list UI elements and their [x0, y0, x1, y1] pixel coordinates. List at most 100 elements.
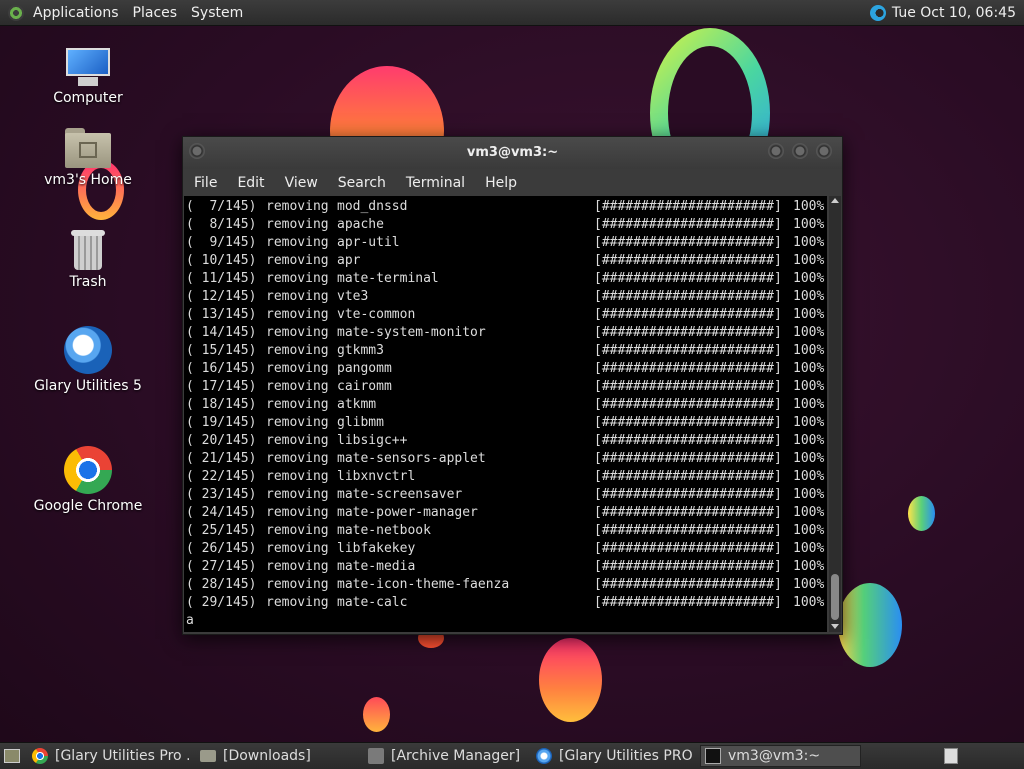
- scroll-up-arrow-icon[interactable]: [831, 198, 839, 203]
- maximize-button[interactable]: [792, 143, 808, 159]
- taskbar-item-glary-chrome[interactable]: [Glary Utilities Pro ...: [28, 745, 189, 767]
- terminal-line: ( 16/145) removing pangomm [###############…: [186, 360, 827, 378]
- package-name: cairomm: [337, 379, 392, 394]
- progress-bar-text: [######################]: [594, 577, 782, 592]
- terminal-icon: [705, 748, 721, 764]
- taskbar-item-downloads[interactable]: [Downloads]: [196, 745, 357, 767]
- terminal-window: vm3@vm3:~ File Edit View Search Terminal…: [182, 136, 843, 635]
- computer-icon: [64, 46, 112, 86]
- line-counter: ( 9/145): [186, 235, 257, 250]
- package-name: mate-system-monitor: [337, 325, 486, 340]
- line-counter: ( 15/145): [186, 343, 257, 358]
- progress-percent: 100%: [793, 469, 825, 484]
- package-name: libsigc++: [337, 433, 408, 448]
- progress-bar-text: [######################]: [594, 379, 782, 394]
- desktop-icon-glary-utilities[interactable]: Glary Utilities 5: [33, 326, 143, 394]
- package-name: mate-calc: [337, 595, 408, 610]
- menu-places[interactable]: Places: [126, 5, 185, 21]
- mate-logo-icon[interactable]: [8, 4, 24, 21]
- progress-percent: 100%: [793, 271, 825, 286]
- progress-percent: 100%: [793, 289, 825, 304]
- line-counter: ( 10/145): [186, 253, 257, 268]
- package-name: glibmm: [337, 415, 384, 430]
- desktop-icon-trash[interactable]: Trash: [33, 226, 143, 290]
- close-button[interactable]: [816, 143, 832, 159]
- window-titlebar[interactable]: vm3@vm3:~: [183, 137, 842, 169]
- progress-percent: 100%: [793, 379, 825, 394]
- line-counter: ( 20/145): [186, 433, 257, 448]
- menu-edit[interactable]: Edit: [227, 175, 274, 191]
- show-desktop-button[interactable]: [4, 749, 20, 763]
- terminal-line: ( 25/145) removing mate-netbook [##########…: [186, 522, 827, 540]
- progress-percent: 100%: [793, 505, 825, 520]
- desktop-icon-chrome[interactable]: Google Chrome: [33, 446, 143, 514]
- menu-terminal[interactable]: Terminal: [396, 175, 475, 191]
- terminal-line: ( 20/145) removing libsigc++ [#############…: [186, 432, 827, 450]
- package-name: mate-media: [337, 559, 416, 574]
- progress-percent: 100%: [793, 397, 825, 412]
- progress-percent: 100%: [793, 199, 825, 214]
- menu-view[interactable]: View: [275, 175, 328, 191]
- terminal-line: ( 19/145) removing glibmm [################…: [186, 414, 827, 432]
- progress-bar-text: [######################]: [594, 415, 782, 430]
- desktop-icon-label: Trash: [69, 274, 107, 290]
- terminal-line: ( 22/145) removing libxnvctrl [############…: [186, 468, 827, 486]
- line-action: removing: [266, 397, 329, 412]
- menu-help[interactable]: Help: [475, 175, 527, 191]
- workspace-switcher[interactable]: [944, 748, 958, 764]
- menu-system[interactable]: System: [184, 5, 250, 21]
- line-counter: ( 21/145): [186, 451, 257, 466]
- line-counter: ( 23/145): [186, 487, 257, 502]
- glary-utilities-icon: [64, 326, 112, 374]
- progress-percent: 100%: [793, 487, 825, 502]
- terminal-input-line[interactable]: a: [186, 612, 827, 630]
- terminal-output[interactable]: ( 7/145) removing mod_dnssd [##############…: [184, 196, 827, 632]
- desktop-icon-computer[interactable]: Computer: [33, 46, 143, 106]
- progress-bar-text: [######################]: [594, 487, 782, 502]
- progress-percent: 100%: [793, 433, 825, 448]
- line-counter: ( 27/145): [186, 559, 257, 574]
- menu-applications[interactable]: Applications: [26, 5, 126, 21]
- package-name: vte-common: [337, 307, 416, 322]
- progress-bar-text: [######################]: [594, 253, 782, 268]
- package-name: apache: [337, 217, 384, 232]
- terminal-line: ( 9/145) removing apr-util [###############…: [186, 234, 827, 252]
- progress-bar-text: [######################]: [594, 235, 782, 250]
- package-name: mate-screensaver: [337, 487, 463, 502]
- line-counter: ( 13/145): [186, 307, 257, 322]
- clock-text[interactable]: Tue Oct 10, 06:45: [892, 5, 1016, 21]
- menu-search[interactable]: Search: [328, 175, 396, 191]
- progress-percent: 100%: [793, 559, 825, 574]
- line-counter: ( 22/145): [186, 469, 257, 484]
- desktop-icon-home[interactable]: vm3's Home: [33, 128, 143, 188]
- progress-bar-text: [######################]: [594, 343, 782, 358]
- terminal-line: ( 7/145) removing mod_dnssd [##############…: [186, 198, 827, 216]
- clock-applet[interactable]: Tue Oct 10, 06:45: [869, 4, 1024, 21]
- taskbar-item-glary-utilities[interactable]: [Glary Utilities PRO]: [532, 745, 693, 767]
- line-action: removing: [266, 433, 329, 448]
- progress-bar-text: [######################]: [594, 199, 782, 214]
- taskbar-item-terminal[interactable]: vm3@vm3:~: [700, 745, 861, 767]
- line-action: removing: [266, 577, 329, 592]
- terminal-line: ( 15/145) removing gtkmm3 [################…: [186, 342, 827, 360]
- chrome-icon: [32, 748, 48, 764]
- package-name: mate-icon-theme-faenza: [337, 577, 510, 592]
- scroll-down-arrow-icon[interactable]: [831, 624, 839, 629]
- line-action: removing: [266, 217, 329, 232]
- progress-bar-text: [######################]: [594, 433, 782, 448]
- taskbar-item-label: [Archive Manager]: [391, 748, 521, 764]
- line-counter: ( 29/145): [186, 595, 257, 610]
- wallpaper-bubble: [539, 638, 602, 722]
- taskbar-item-archive-manager[interactable]: [Archive Manager]: [364, 745, 525, 767]
- wallpaper-bubble: [908, 496, 935, 531]
- progress-percent: 100%: [793, 325, 825, 340]
- scrollbar-thumb[interactable]: [831, 574, 839, 620]
- line-action: removing: [266, 523, 329, 538]
- line-action: removing: [266, 325, 329, 340]
- minimize-button[interactable]: [768, 143, 784, 159]
- terminal-scrollbar[interactable]: [829, 196, 841, 632]
- update-notifier-icon[interactable]: [869, 4, 886, 21]
- line-counter: ( 24/145): [186, 505, 257, 520]
- progress-percent: 100%: [793, 235, 825, 250]
- menu-file[interactable]: File: [183, 175, 227, 191]
